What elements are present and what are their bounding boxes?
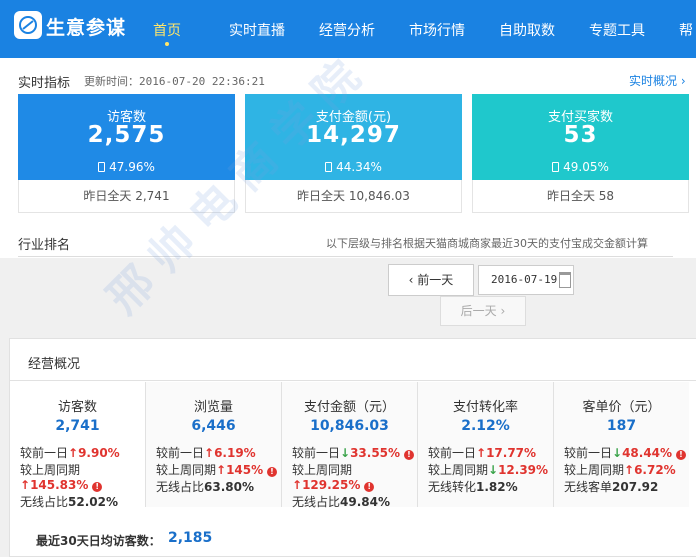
mobile-avg-order: 无线客单207.92 xyxy=(564,480,659,494)
metric-column-conversion[interactable]: 支付转化率 2.12% 较前一日↑17.77% 较上周同期↓12.39% 无线转… xyxy=(418,382,554,507)
metric-value: 2,741 xyxy=(55,418,100,434)
alert-icon[interactable]: ! xyxy=(675,450,686,460)
week-over-week-label: 较上周同期 xyxy=(20,463,81,477)
arrow-up-icon: ↑ xyxy=(216,463,227,477)
buyers-yesterday: 昨日全天 58 xyxy=(472,180,689,213)
nav-self-service[interactable]: 自助取数 xyxy=(499,20,555,40)
metric-value: 10,846.03 xyxy=(310,418,389,434)
day-over-day: 较前一日↓33.55% ! xyxy=(292,444,414,461)
week-over-week: ↑129.25% ! xyxy=(292,478,375,492)
payment-yesterday: 昨日全天 10,846.03 xyxy=(245,180,462,213)
metric-title: 访客数 xyxy=(57,400,97,415)
day-over-day: 较前一日↑6.19% xyxy=(156,446,256,460)
metric-title: 客单价（元） xyxy=(582,400,661,415)
day-over-day: 较前一日↑17.77% xyxy=(428,446,537,460)
mobile-icon xyxy=(552,162,560,172)
arrow-up-icon: ↑ xyxy=(204,446,215,460)
nav-home[interactable]: 首页 xyxy=(153,20,181,40)
arrow-up-icon: ↑ xyxy=(624,463,635,477)
industry-ranking-note: 以下层级与排名根据天猫商城商家最近30天的支付宝成交金额计算 xyxy=(326,237,648,250)
metric-value: 187 xyxy=(606,418,637,434)
card-mobile-percent: 44.34% xyxy=(245,160,462,174)
metric-column-pageviews[interactable]: 浏览量 6,446 较前一日↑6.19% 较上周同期↑145% ! 无线占比63… xyxy=(146,382,282,507)
realtime-overview-link[interactable]: 实时概况 › xyxy=(629,72,686,89)
card-value: 2,575 xyxy=(87,122,166,148)
arrow-down-icon: ↓ xyxy=(340,446,351,460)
card-mobile-percent: 47.96% xyxy=(18,160,235,174)
mobile-icon xyxy=(325,162,333,172)
buyers-card[interactable]: 支付买家数 53 49.05% xyxy=(472,94,689,180)
business-overview-panel: 经营概况 访客数 2,741 较前一日↑9.90% 较上周同期 ↑145.83%… xyxy=(9,338,696,557)
mobile-share: 无线占比49.84% xyxy=(292,495,390,509)
divider xyxy=(18,256,673,257)
nav-help[interactable]: 帮 xyxy=(679,20,693,40)
metric-value: 6,446 xyxy=(191,418,236,434)
day-over-day: 较前一日↓48.44% ! xyxy=(564,444,686,461)
metric-column-visitors[interactable]: 访客数 2,741 较前一日↑9.90% 较上周同期 ↑145.83% ! 无线… xyxy=(10,382,146,509)
metric-title: 浏览量 xyxy=(193,400,233,415)
nav-business-analysis[interactable]: 经营分析 xyxy=(319,20,375,40)
card-value: 53 xyxy=(563,122,598,148)
divider xyxy=(10,380,696,381)
alert-icon[interactable]: ! xyxy=(403,450,414,460)
date-value: 2016-07-19 xyxy=(491,273,558,286)
week-over-week: 较上周同期↓12.39% xyxy=(428,463,549,477)
week-over-week: 较上周同期↑145% ! xyxy=(156,461,277,478)
metric-column-avg-order[interactable]: 客单价（元） 187 较前一日↓48.44% ! 较上周同期↑6.72% 无线客… xyxy=(554,382,689,507)
next-day-button[interactable]: 后一天 › xyxy=(440,296,526,326)
nav-live[interactable]: 实时直播 xyxy=(229,20,285,40)
realtime-title: 实时指标 xyxy=(18,76,71,91)
update-time: 更新时间：2016-07-20 22:36:21 xyxy=(84,75,265,88)
arrow-down-icon: ↓ xyxy=(612,446,623,460)
arrow-up-icon: ↑ xyxy=(292,478,303,492)
metric-column-payment[interactable]: 支付金额（元） 10,846.03 较前一日↓33.55% ! 较上周同期 ↑1… xyxy=(282,382,418,509)
chevron-left-icon: ‹ xyxy=(408,273,418,287)
avg-visitors-label: 最近30天日均访客数： xyxy=(36,534,161,548)
avg-visitors-value: 2,185 xyxy=(168,530,213,546)
day-over-day: 较前一日↑9.90% xyxy=(20,446,120,460)
arrow-up-icon: ↑ xyxy=(68,446,79,460)
alert-icon[interactable]: ! xyxy=(92,482,103,492)
industry-ranking-title: 行业排名 xyxy=(18,238,71,253)
card-mobile-percent: 49.05% xyxy=(472,160,689,174)
mobile-conversion: 无线转化1.82% xyxy=(428,480,518,494)
metric-value: 2.12% xyxy=(461,418,510,434)
chevron-right-icon: › xyxy=(496,304,506,318)
metric-title: 支付转化率 xyxy=(452,400,518,415)
mobile-share: 无线占比52.02% xyxy=(20,495,118,509)
arrow-up-icon: ↑ xyxy=(476,446,487,460)
visitors-yesterday: 昨日全天 2,741 xyxy=(18,180,235,213)
logo-icon xyxy=(14,11,42,39)
overview-title: 经营概况 xyxy=(28,357,81,372)
nav-tools[interactable]: 专题工具 xyxy=(589,20,645,40)
active-nav-indicator xyxy=(165,42,169,46)
top-nav-bar: 生意参谋 首页 实时直播 经营分析 市场行情 自助取数 专题工具 帮 xyxy=(0,0,696,58)
nav-market[interactable]: 市场行情 xyxy=(409,20,465,40)
alert-icon[interactable]: ! xyxy=(364,482,375,492)
week-over-week: 较上周同期↑6.72% xyxy=(564,463,676,477)
card-value: 14,297 xyxy=(306,122,401,148)
visitors-card[interactable]: 访客数 2,575 47.96% xyxy=(18,94,235,180)
mobile-icon xyxy=(98,162,106,172)
metric-title: 支付金额（元） xyxy=(303,400,395,415)
week-over-week: ↑145.83% ! xyxy=(20,478,103,492)
prev-day-button[interactable]: ‹ 前一天 xyxy=(388,264,474,296)
realtime-panel: 实时指标 更新时间：2016-07-20 22:36:21 实时概况 › 访客数… xyxy=(0,58,696,258)
arrow-down-icon: ↓ xyxy=(488,463,499,477)
week-over-week-label: 较上周同期 xyxy=(292,463,353,477)
payment-amount-card[interactable]: 支付金额(元) 14,297 44.34% xyxy=(245,94,462,180)
brand-name: 生意参谋 xyxy=(46,17,127,39)
arrow-up-icon: ↑ xyxy=(20,478,31,492)
calendar-icon[interactable] xyxy=(559,272,571,288)
alert-icon[interactable]: ! xyxy=(266,467,277,477)
mobile-share: 无线占比63.80% xyxy=(156,480,254,494)
date-picker[interactable]: 2016-07-19 xyxy=(478,265,574,295)
